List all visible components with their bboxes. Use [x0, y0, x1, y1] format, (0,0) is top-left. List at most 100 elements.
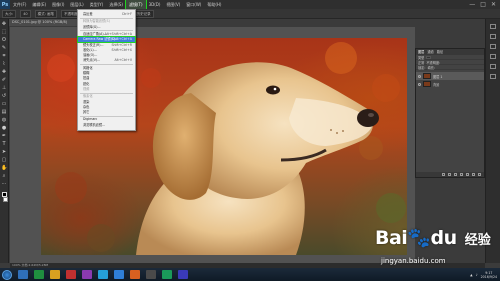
taskbar-app-icon[interactable] — [98, 270, 108, 279]
menu-item-shortcut: Ctrl+F — [121, 12, 132, 16]
taskbar-app-icon[interactable] — [114, 270, 124, 279]
filter-menu-item[interactable]: 锐化 — [78, 82, 135, 87]
history-brush-tool-icon[interactable]: ↺ — [1, 94, 7, 99]
menu-item[interactable]: 图层(L) — [67, 0, 86, 9]
group-icon[interactable] — [466, 173, 469, 176]
visibility-eye-icon[interactable] — [418, 82, 421, 86]
taskbar-app-icon[interactable] — [130, 270, 140, 279]
start-button[interactable] — [2, 269, 12, 280]
menu-item-label: Digimarc — [83, 117, 98, 122]
adjustments-panel-icon[interactable] — [490, 64, 496, 69]
filter-menu-item[interactable]: 像素化 — [78, 94, 135, 99]
menu-item[interactable]: 3D(D) — [146, 0, 164, 9]
canvas-area[interactable] — [10, 27, 415, 263]
history-panel-icon[interactable] — [490, 24, 496, 29]
swatches-panel-icon[interactable] — [490, 54, 496, 59]
option-size-label: 大小: — [2, 9, 17, 18]
mask-icon[interactable] — [454, 173, 457, 176]
lasso-tool-icon[interactable]: ʘ — [1, 38, 7, 43]
option-mode[interactable]: 模式: 画笔 — [34, 9, 57, 18]
taskbar-app-icon[interactable] — [50, 270, 60, 279]
windows-taskbar: ▲ ♪ 9:17 2016/9/24 — [0, 268, 500, 281]
maximize-button[interactable]: □ — [480, 1, 486, 8]
filter-menu-item[interactable]: 扭曲 — [78, 76, 135, 81]
tab-channels[interactable]: 通道 — [427, 49, 433, 55]
shape-tool-icon[interactable]: ▢ — [1, 158, 7, 163]
visibility-eye-icon[interactable] — [418, 74, 421, 78]
network-icon[interactable]: ▲ — [470, 273, 472, 277]
option-size-value[interactable]: 40 — [20, 9, 31, 18]
adjustment-icon[interactable] — [460, 173, 463, 176]
menu-item-label: 锐化 — [83, 81, 90, 86]
properties-panel-icon[interactable] — [490, 34, 496, 39]
filter-menu-item[interactable]: Camera Raw 滤镜(C)... Shift+Ctrl+A — [77, 36, 136, 44]
trash-icon[interactable] — [478, 173, 481, 176]
crop-tool-icon[interactable]: ⌗ — [1, 54, 7, 59]
filter-menu-item[interactable]: 消失点(V)... Alt+Ctrl+V — [78, 58, 135, 63]
filter-menu-item[interactable]: 转换为智能滤镜(S) — [78, 19, 135, 24]
eraser-tool-icon[interactable]: ▭ — [1, 102, 7, 107]
dodge-tool-icon[interactable]: ● — [1, 126, 7, 131]
path-select-tool-icon[interactable]: ➤ — [1, 150, 7, 155]
taskbar-app-icon[interactable] — [82, 270, 92, 279]
eyedropper-tool-icon[interactable]: ⌇ — [1, 62, 7, 67]
filter-menu-item[interactable]: 视频 — [78, 87, 135, 92]
healing-tool-icon[interactable]: ✚ — [1, 70, 7, 75]
window-controls: — □ ✕ — [469, 1, 500, 8]
lock-row: 锁定: 填充: — [416, 65, 484, 70]
taskbar-app-icon[interactable] — [162, 270, 172, 279]
menu-item[interactable]: 编辑(E) — [29, 0, 49, 9]
menu-item[interactable]: 滤镜(T) — [125, 0, 147, 10]
filter-box[interactable] — [426, 55, 432, 59]
styles-panel-icon[interactable] — [490, 74, 496, 79]
new-layer-icon[interactable] — [472, 173, 475, 176]
filter-menu-item[interactable]: Digimarc — [78, 117, 135, 122]
menu-item[interactable]: 图像(I) — [49, 0, 67, 9]
menu-item[interactable]: 视图(V) — [163, 0, 183, 9]
fx-icon[interactable] — [448, 173, 451, 176]
filter-menu-item[interactable]: 滤镜库(G)... — [78, 25, 135, 30]
menu-item-label: 液化(L)... — [83, 47, 97, 52]
taskbar-app-icon[interactable] — [66, 270, 76, 279]
type-tool-icon[interactable]: T — [1, 142, 7, 147]
clock[interactable]: 9:17 2016/9/24 — [481, 271, 497, 279]
minimize-button[interactable]: — — [469, 1, 475, 8]
document-tab[interactable]: DSC_0101.jpg @ 100% (RGB/8) — [9, 19, 79, 26]
close-button[interactable]: ✕ — [491, 1, 496, 8]
menu-item[interactable]: 窗口(W) — [183, 0, 204, 9]
filter-menu-item[interactable]: 风格化 — [78, 66, 135, 71]
layer-row[interactable]: 图层 1 — [416, 72, 484, 80]
menu-item[interactable]: 选择(S) — [106, 0, 126, 9]
stamp-tool-icon[interactable]: ⊥ — [1, 86, 7, 91]
filter-menu-item[interactable]: 其它 — [78, 110, 135, 115]
more-tools-icon[interactable]: ⋯ — [1, 182, 7, 187]
taskbar-app-icon[interactable] — [178, 270, 188, 279]
move-tool-icon[interactable]: ✥ — [1, 22, 7, 27]
hand-tool-icon[interactable]: ✋ — [1, 166, 7, 171]
color-panel-icon[interactable] — [490, 44, 496, 49]
link-layers-icon[interactable] — [442, 173, 445, 176]
marquee-tool-icon[interactable]: ⬚ — [1, 30, 7, 35]
pen-tool-icon[interactable]: ✒ — [1, 134, 7, 139]
filter-menu-item[interactable]: 渲染 — [78, 100, 135, 105]
zoom-tool-icon[interactable]: ⌕ — [1, 174, 7, 179]
brush-tool-icon[interactable]: ✐ — [1, 78, 7, 83]
quick-select-tool-icon[interactable]: ✎ — [1, 46, 7, 51]
menu-item[interactable]: 类型(Y) — [87, 0, 107, 9]
filter-menu-item[interactable]: 镜头校正(R)... Shift+Ctrl+R — [78, 43, 135, 48]
filter-menu-item[interactable]: 高反差 Ctrl+F — [78, 12, 135, 17]
filter-menu-item[interactable]: 浏览联机滤镜... — [78, 123, 135, 128]
menu-item[interactable]: 文件(F) — [10, 0, 29, 9]
taskbar-app-icon[interactable] — [18, 270, 28, 279]
fill-label: 填充: — [427, 65, 435, 70]
layer-row[interactable]: 背景 — [416, 80, 484, 88]
blur-tool-icon[interactable]: ◍ — [1, 118, 7, 123]
volume-icon[interactable]: ♪ — [476, 273, 478, 277]
menu-item[interactable]: 帮助(H) — [204, 0, 224, 9]
gradient-tool-icon[interactable]: ▤ — [1, 110, 7, 115]
taskbar-app-icon[interactable] — [34, 270, 44, 279]
background-color-swatch[interactable] — [3, 197, 8, 202]
taskbar-app-icon[interactable] — [146, 270, 156, 279]
tab-paths[interactable]: 路径 — [437, 49, 443, 55]
menu-item-shortcut: Shift+Ctrl+R — [111, 42, 132, 47]
